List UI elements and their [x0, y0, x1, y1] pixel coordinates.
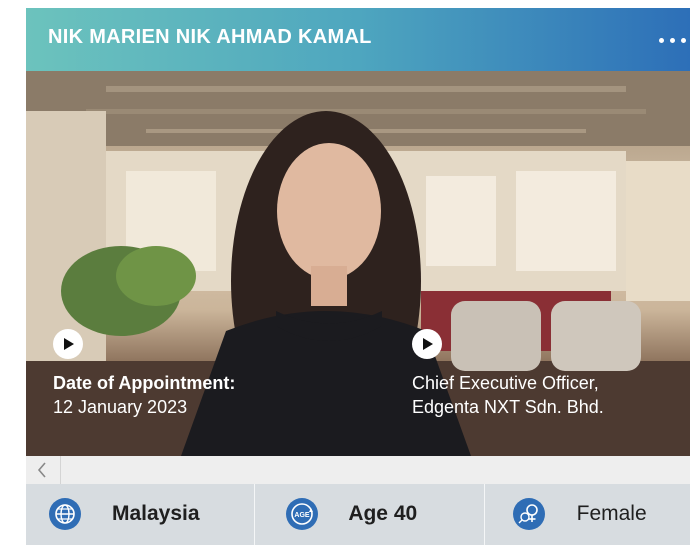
horizontal-scrollbar[interactable] [26, 456, 690, 485]
facts-bar: Malaysia AGE Age 40 Female [26, 484, 690, 545]
profile-card: NIK MARIEN NIK AHMAD KAMAL Date of Appoi… [26, 8, 690, 545]
profile-name: NIK MARIEN NIK AHMAD KAMAL [48, 26, 372, 48]
fact-gender: Female [485, 484, 690, 545]
position-title: Chief Executive Officer, [412, 373, 599, 393]
fact-age: AGE Age 40 [255, 484, 485, 545]
appointment-date: 12 January 2023 [53, 397, 188, 417]
profile-header: NIK MARIEN NIK AHMAD KAMAL [26, 8, 690, 71]
profile-photo: Date of Appointment: 12 January 2023 Chi… [26, 71, 690, 456]
nationality-label: Malaysia [112, 502, 200, 525]
play-icon[interactable] [412, 329, 442, 359]
scroll-left-button[interactable] [26, 456, 61, 484]
globe-icon [49, 498, 81, 530]
gender-label: Female [576, 502, 647, 525]
position-company: Edgenta NXT Sdn. Bhd. [412, 397, 604, 417]
more-dots-icon[interactable] [659, 38, 686, 43]
play-icon[interactable] [53, 329, 83, 359]
chevron-left-icon [37, 462, 46, 478]
fact-nationality: Malaysia [26, 484, 256, 545]
appointment-label: Date of Appointment: [53, 373, 236, 393]
appointment-caption: Date of Appointment: 12 January 2023 [53, 371, 235, 419]
position-caption: Chief Executive Officer, Edgenta NXT Sdn… [412, 371, 604, 419]
age-icon: AGE [286, 498, 319, 530]
gender-icon [512, 498, 545, 530]
age-icon-text: AGE [295, 512, 311, 519]
age-label: Age 40 [348, 502, 418, 525]
